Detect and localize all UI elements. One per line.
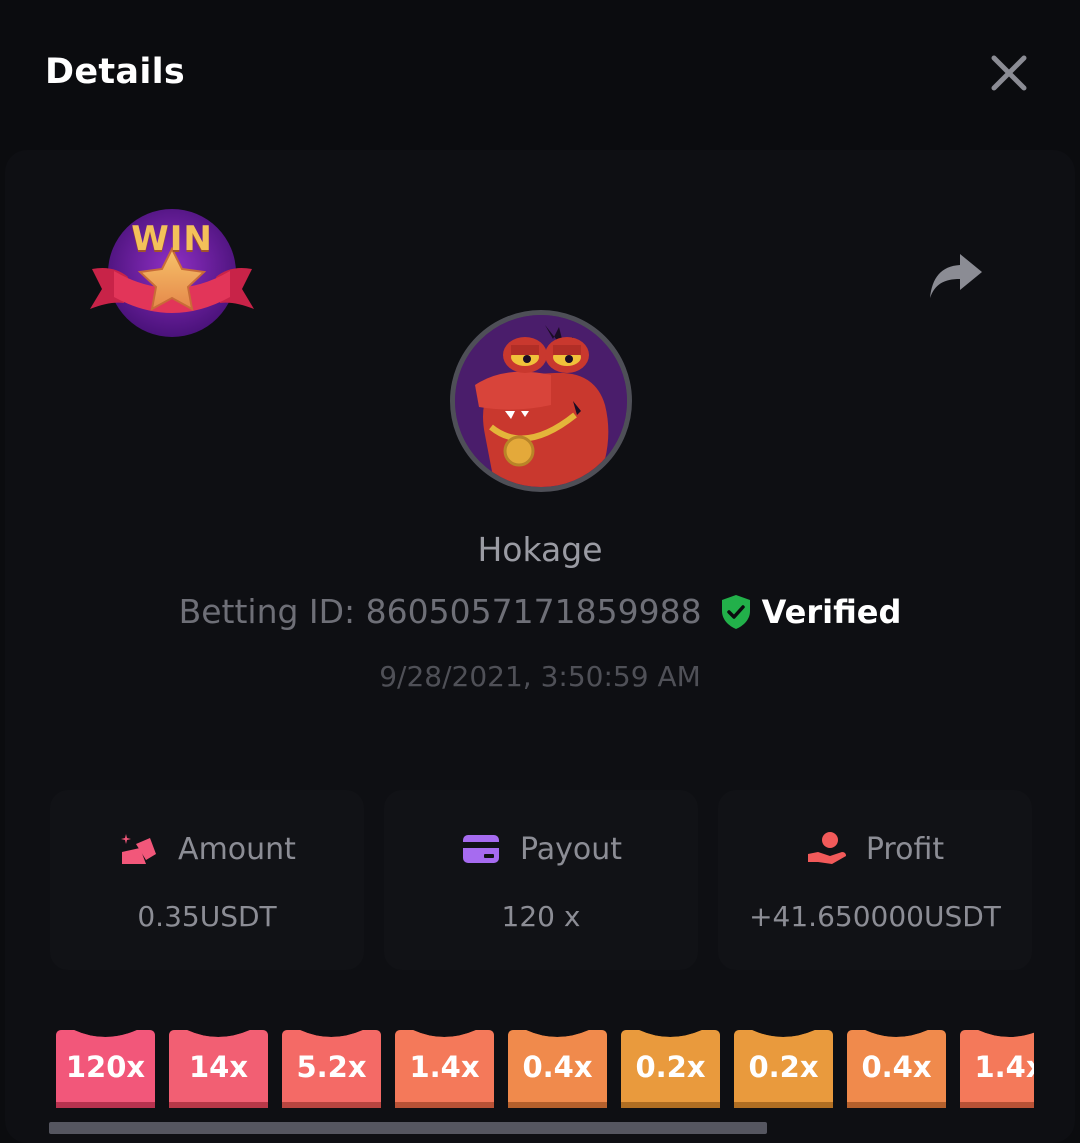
multiplier-label: 5.2x — [296, 1050, 367, 1084]
verified-shield-icon — [721, 594, 750, 629]
profit-hand-icon — [807, 832, 846, 864]
amount-label: Amount — [178, 831, 296, 867]
multiplier-chip[interactable]: 0.2x — [734, 1030, 833, 1108]
profit-stat: Profit +41.650000USDT — [718, 790, 1032, 970]
payout-stat: Payout 120 x — [384, 790, 698, 970]
payout-value: 120 x — [501, 900, 581, 933]
multiplier-chip[interactable]: 120x — [56, 1030, 155, 1108]
multiplier-label: 120x — [65, 1050, 146, 1084]
betting-id-row: Betting ID: 8605057171859988 Verified — [0, 592, 1080, 631]
horizontal-scrollbar[interactable] — [49, 1122, 767, 1134]
win-badge: WIN — [84, 205, 260, 345]
amount-icon — [121, 834, 157, 864]
multiplier-label: 1.4x — [409, 1050, 480, 1084]
avatar — [450, 310, 632, 492]
payout-card-icon — [462, 835, 499, 863]
username: Hokage — [477, 530, 603, 569]
page-title: Details — [45, 52, 186, 92]
multiplier-label: 0.4x — [522, 1050, 593, 1084]
multiplier-row[interactable]: 120x 14x 5.2x 1.4x 0.4x 0.2x 0.2x 0.4x 1.4x — [56, 1030, 1034, 1112]
multiplier-chip[interactable]: 0.4x — [508, 1030, 607, 1108]
multiplier-chip[interactable]: 0.4x — [847, 1030, 946, 1108]
multiplier-label: 0.4x — [861, 1050, 932, 1084]
amount-stat: Amount 0.35USDT — [50, 790, 364, 970]
multiplier-label: 1.4x — [974, 1050, 1034, 1084]
multiplier-chip[interactable]: 1.4x — [960, 1030, 1034, 1108]
multiplier-chip[interactable]: 14x — [169, 1030, 268, 1108]
verified-label: Verified — [761, 592, 902, 631]
share-icon — [930, 254, 982, 298]
payout-label: Payout — [519, 831, 622, 867]
multiplier-label: 0.2x — [748, 1050, 819, 1084]
profit-label: Profit — [865, 831, 945, 867]
close-button[interactable] — [986, 50, 1032, 96]
multiplier-label: 0.2x — [635, 1050, 706, 1084]
win-badge-text: WIN — [131, 219, 213, 259]
close-icon — [991, 55, 1027, 91]
bet-timestamp: 9/28/2021, 3:50:59 AM — [379, 660, 701, 693]
multiplier-label: 14x — [188, 1050, 249, 1084]
profit-value: +41.650000USDT — [749, 900, 1001, 933]
multiplier-chip[interactable]: 0.2x — [621, 1030, 720, 1108]
share-button[interactable] — [926, 250, 984, 302]
multiplier-chip[interactable]: 1.4x — [395, 1030, 494, 1108]
betting-id: Betting ID: 8605057171859988 — [178, 592, 702, 631]
amount-value: 0.35USDT — [137, 900, 277, 933]
multiplier-chip[interactable]: 5.2x — [282, 1030, 381, 1108]
dragon-avatar-icon — [455, 315, 627, 487]
